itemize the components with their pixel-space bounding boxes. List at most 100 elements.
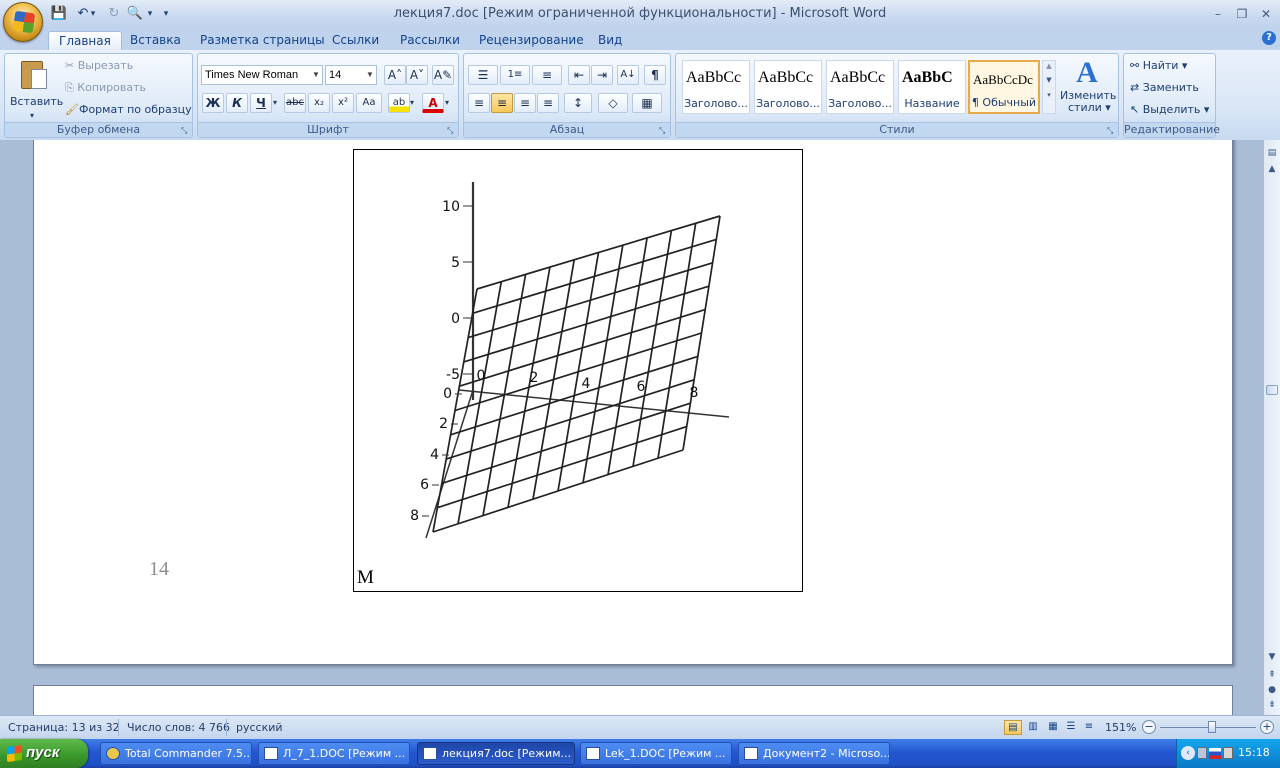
- document-page[interactable]: 14 10 5 0 -5 0 2 4 6 8 0 2 4 6 8 M: [33, 140, 1233, 665]
- tab-references[interactable]: Ссылки: [322, 31, 389, 50]
- zoom-out-button[interactable]: −: [1142, 720, 1156, 734]
- subscript-button[interactable]: x₂: [308, 93, 330, 113]
- tab-insert[interactable]: Вставка: [120, 31, 191, 50]
- grow-font-button[interactable]: A˄: [384, 65, 406, 85]
- style-title[interactable]: AaBbC Название: [898, 60, 966, 114]
- ruler-toggle-icon[interactable]: ▤: [1265, 146, 1279, 160]
- save-icon[interactable]: 💾: [50, 5, 68, 23]
- underline-dropdown-icon[interactable]: ▾: [273, 93, 277, 113]
- align-left-button[interactable]: ≡: [468, 93, 490, 113]
- find-button[interactable]: ⚯ Найти ▾: [1130, 56, 1187, 76]
- font-name-combo[interactable]: Times New Roman ▼: [201, 65, 323, 85]
- justify-button[interactable]: ≡: [537, 93, 559, 113]
- redo-icon[interactable]: ↻: [105, 5, 123, 23]
- styles-scroll[interactable]: ▲ ▼ ▾: [1042, 60, 1056, 114]
- cut-button[interactable]: ✂ Вырезать: [65, 56, 133, 76]
- show-formatting-button[interactable]: ¶: [644, 65, 666, 85]
- more-styles-icon[interactable]: ▾: [1043, 89, 1055, 101]
- close-button[interactable]: ✕: [1254, 4, 1278, 24]
- select-button[interactable]: ↖ Выделить ▾: [1130, 100, 1209, 120]
- office-button[interactable]: [3, 2, 43, 42]
- preview-dropdown-icon[interactable]: ▾: [145, 5, 155, 23]
- style-heading2[interactable]: AaBbCc Заголово...: [754, 60, 822, 114]
- taskbar-item-l7[interactable]: Л_7_1.DOC [Режим ...: [258, 742, 410, 765]
- sort-button[interactable]: A↓: [617, 65, 639, 85]
- paste-icon[interactable]: [19, 58, 49, 92]
- tab-mailings[interactable]: Рассылки: [390, 31, 470, 50]
- language[interactable]: русский: [236, 721, 283, 734]
- format-painter-button[interactable]: 🖌Формат по образцу: [65, 100, 192, 120]
- align-center-button[interactable]: ≡: [491, 93, 513, 113]
- style-heading3[interactable]: AaBbCc Заголово...: [826, 60, 894, 114]
- taskbar-item-document2[interactable]: Документ2 - Microso...: [738, 742, 890, 765]
- tab-home[interactable]: Главная: [48, 31, 122, 50]
- next-page-icon[interactable]: ⇟: [1265, 698, 1279, 712]
- draft-icon[interactable]: ≡: [1080, 720, 1098, 735]
- figure-frame[interactable]: 10 5 0 -5 0 2 4 6 8 0 2 4 6 8 M: [353, 149, 803, 592]
- increase-indent-button[interactable]: ⇥: [591, 65, 613, 85]
- scroll-thumb[interactable]: [1266, 385, 1278, 395]
- taskbar-item-lecture7[interactable]: лекция7.doc [Режим...: [417, 742, 575, 765]
- chevron-down-icon[interactable]: ▼: [1043, 71, 1055, 89]
- shrink-font-button[interactable]: A˅: [406, 65, 428, 85]
- decrease-indent-button[interactable]: ⇤: [568, 65, 590, 85]
- chevron-up-icon[interactable]: ▲: [1043, 61, 1055, 71]
- print-preview-icon[interactable]: 🔍: [126, 5, 144, 23]
- taskbar-item-lek1[interactable]: Lek_1.DOC [Режим ...: [580, 742, 732, 765]
- print-layout-icon[interactable]: ▤: [1004, 720, 1022, 735]
- zoom-slider-thumb[interactable]: [1208, 721, 1216, 733]
- align-right-button[interactable]: ≡: [514, 93, 536, 113]
- styles-launcher-icon[interactable]: ⤡: [1107, 126, 1116, 135]
- undo-dropdown-icon[interactable]: ▾: [88, 5, 98, 23]
- word-count[interactable]: Число слов: 4 766: [127, 721, 230, 734]
- zoom-in-button[interactable]: +: [1260, 720, 1274, 734]
- scroll-up-icon[interactable]: ▲: [1265, 162, 1279, 176]
- restore-button[interactable]: ❐: [1230, 4, 1254, 24]
- bullets-button[interactable]: ☰: [468, 65, 498, 85]
- vertical-scrollbar[interactable]: ▤ ▲ ▼ ⇞ ● ⇟: [1264, 140, 1280, 715]
- zoom-level[interactable]: 151%: [1105, 721, 1136, 734]
- customize-qat-icon[interactable]: ▾: [160, 5, 172, 23]
- font-color-dropdown-icon[interactable]: ▾: [445, 93, 449, 113]
- paragraph-launcher-icon[interactable]: ⤡: [659, 126, 668, 135]
- tab-review[interactable]: Рецензирование: [469, 31, 594, 50]
- start-button[interactable]: пуск: [0, 739, 88, 768]
- minimize-button[interactable]: –: [1206, 4, 1230, 24]
- borders-button[interactable]: ▦: [632, 93, 662, 113]
- clear-format-button[interactable]: A✎: [432, 65, 454, 85]
- next-document-page[interactable]: [33, 685, 1233, 715]
- web-layout-icon[interactable]: ▦: [1044, 720, 1062, 735]
- style-heading1[interactable]: AaBbCc Заголово...: [682, 60, 750, 114]
- style-normal[interactable]: AaBbCcDc ¶ Обычный: [968, 60, 1040, 114]
- italic-button[interactable]: К: [226, 93, 248, 113]
- replace-button[interactable]: ⇄ Заменить: [1130, 78, 1199, 98]
- numbering-button[interactable]: 1≡: [500, 65, 530, 85]
- highlight-button[interactable]: ab: [388, 93, 410, 113]
- font-launcher-icon[interactable]: ⤡: [447, 126, 456, 135]
- paste-button[interactable]: Вставить: [10, 92, 63, 112]
- tab-view[interactable]: Вид: [588, 31, 632, 50]
- help-icon[interactable]: ?: [1262, 31, 1276, 45]
- font-color-button[interactable]: A: [422, 93, 444, 113]
- network-icon[interactable]: [1197, 747, 1207, 759]
- page-count[interactable]: Страница: 13 из 32: [8, 721, 120, 734]
- multilevel-list-button[interactable]: ≡: [532, 65, 562, 85]
- clipboard-launcher-icon[interactable]: ⤡: [181, 126, 190, 135]
- taskbar-item-total-commander[interactable]: Total Commander 7.5...: [100, 742, 252, 765]
- tray-expand-icon[interactable]: ‹: [1181, 746, 1195, 760]
- font-size-combo[interactable]: 14 ▼: [325, 65, 377, 85]
- strikethrough-button[interactable]: abc: [284, 93, 306, 113]
- change-styles-icon[interactable]: A: [1067, 57, 1107, 89]
- volume-icon[interactable]: [1223, 747, 1233, 759]
- prev-page-icon[interactable]: ⇞: [1265, 668, 1279, 682]
- outline-icon[interactable]: ☰: [1062, 720, 1080, 735]
- browse-object-icon[interactable]: ●: [1265, 683, 1279, 697]
- scroll-down-icon[interactable]: ▼: [1265, 650, 1279, 664]
- bold-button[interactable]: Ж: [202, 93, 224, 113]
- change-case-button[interactable]: Aa: [356, 93, 382, 113]
- shading-button[interactable]: ◇: [598, 93, 628, 113]
- superscript-button[interactable]: x²: [332, 93, 354, 113]
- tab-page-layout[interactable]: Разметка страницы: [190, 31, 335, 50]
- change-styles-line2[interactable]: стили ▾: [1068, 101, 1111, 114]
- line-spacing-button[interactable]: ↕: [564, 93, 592, 113]
